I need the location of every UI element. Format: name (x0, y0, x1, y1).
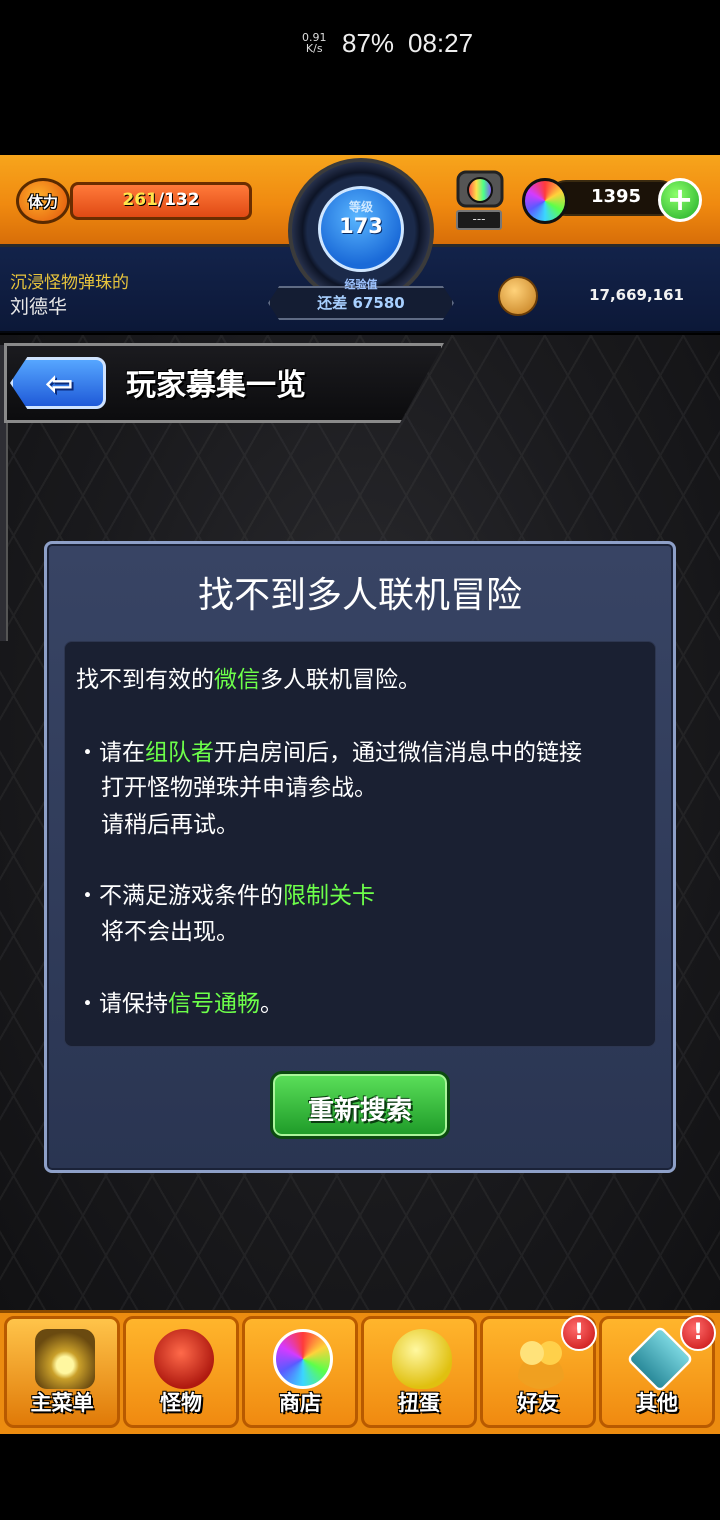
dialog-line: ・不满足游戏条件的限制关卡 (76, 876, 375, 910)
retry-search-label: 重新搜索 (307, 1096, 412, 1126)
clock: 08:27 (408, 28, 474, 58)
gold-count: 17,669,161 (589, 286, 684, 304)
highlight-text: 微信 (214, 667, 260, 693)
nav-label: 其他 (636, 1391, 678, 1415)
orb-count: 1395 (590, 186, 642, 207)
status-bar: 0.91 K/s 87% 08:27 (0, 0, 720, 155)
castle-gate-icon (35, 1329, 95, 1389)
nav-label: 好友 (517, 1391, 559, 1415)
text-segment: 开启房间后，通过微信消息中的链接 (214, 740, 582, 766)
nav-gacha[interactable]: 扭蛋 (361, 1316, 477, 1428)
text-segment: 多人联机冒险。 (260, 667, 421, 693)
nav-friends[interactable]: ! 好友 (480, 1315, 597, 1428)
exp-label: 经验值 (344, 278, 378, 291)
buy-orb-button[interactable]: + (658, 178, 702, 222)
stamina-max: /132 (157, 190, 200, 210)
nav-label: 扭蛋 (398, 1391, 440, 1415)
text-segment: ・请在 (76, 740, 145, 766)
highlight-text: 组队者 (145, 740, 214, 766)
highlight-text: 限制关卡 (283, 883, 375, 909)
exp-remaining: 还差 67580 (317, 294, 405, 312)
back-arrow-icon: ⇦ (45, 364, 74, 404)
text-segment: ・不满足游戏条件的 (76, 883, 283, 909)
highlight-text: 信号通畅 (168, 991, 260, 1017)
nav-label: 商店 (279, 1391, 321, 1415)
text-segment: 。 (260, 991, 283, 1017)
dialog-line: 打开怪物弹珠并申请参战。 (101, 775, 377, 801)
stamina-text: 261/132 (73, 190, 249, 210)
nav-label: 主菜单 (30, 1391, 94, 1415)
player-name: 刘德华 (10, 296, 68, 318)
nav-other[interactable]: ! 其他 (599, 1315, 716, 1428)
rainbow-orb-icon (273, 1329, 333, 1389)
page-title: 玩家募集一览 (126, 368, 306, 403)
nav-main-menu[interactable]: 主菜单 (4, 1316, 120, 1428)
gold-coin-icon (498, 276, 538, 316)
stamina-icon: 体力 (16, 178, 70, 224)
level-value: 173 (339, 214, 383, 238)
rainbow-orb-icon (522, 178, 568, 224)
stamina-current: 261 (122, 190, 158, 210)
dialog-line: ・请保持信号通畅。 (76, 984, 283, 1018)
nav-shop[interactable]: 商店 (242, 1316, 358, 1428)
nav-label: 怪物 (160, 1391, 202, 1415)
text-segment: ・请保持 (76, 991, 168, 1017)
dialog-title: 找不到多人联机冒险 (197, 575, 522, 616)
dialog-line: 找不到有效的微信多人联机冒险。 (76, 660, 421, 694)
dialog-line: 将不会出现。 (101, 919, 239, 945)
nav-monsters[interactable]: 怪物 (123, 1316, 239, 1428)
stamina-bar[interactable]: 261/132 (70, 182, 252, 220)
other-alert-badge: ! (680, 1315, 716, 1351)
dialog-line: 请稍后再试。 (101, 812, 239, 838)
network-speed-unit: K/s (305, 42, 323, 55)
monster-icon (154, 1329, 214, 1389)
friends-alert-badge: ! (561, 1315, 597, 1351)
battery-level: 87% (342, 28, 395, 58)
chest-counter: --- (456, 210, 502, 230)
retry-search-button[interactable]: 重新搜索 (270, 1071, 450, 1139)
back-button[interactable]: ⇦ (10, 357, 106, 409)
player-subtitle: 沉浸怪物弹珠的 (10, 273, 129, 293)
text-segment: 找不到有效的 (76, 667, 214, 693)
level-label: 等级 (348, 200, 373, 214)
system-nav-area (0, 1434, 720, 1520)
dialog-line: ・请在组队者开启房间后，通过微信消息中的链接 (76, 733, 582, 767)
network-speed: 0.91 K/s (302, 32, 327, 54)
gacha-egg-icon (392, 1329, 452, 1389)
